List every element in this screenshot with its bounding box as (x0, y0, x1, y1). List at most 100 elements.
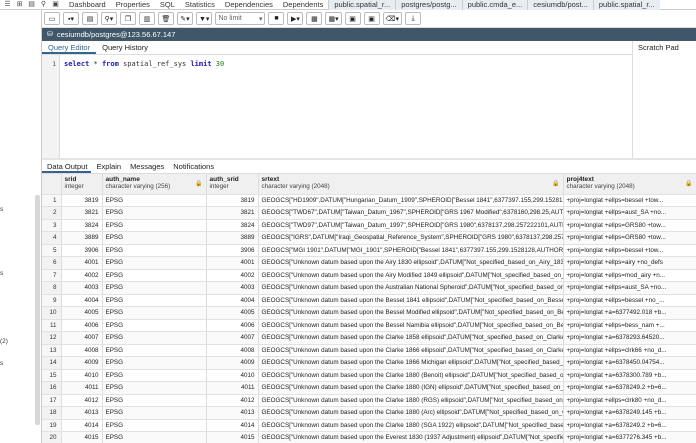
table-row[interactable]: 15 4010 EPSG 4010 GEOGCS["Unknown datum base… (42, 369, 696, 382)
tab-query-history[interactable]: Query History (96, 41, 154, 54)
cell-auth-srid[interactable]: 3819 (206, 194, 259, 207)
table-row[interactable]: 12 4007 EPSG 4007 GEOGCS["Unknown datum base… (42, 331, 696, 345)
cell-srtext[interactable]: GEOGCS["Unknown datum based upon the Cla… (258, 369, 564, 382)
cell-auth-srid[interactable]: 4005 (206, 306, 259, 320)
table-row[interactable]: 13 4008 EPSG 4008 GEOGCS["Unknown datum base… (42, 344, 696, 357)
search-icon[interactable]: ⚲▾ (101, 12, 117, 25)
tab-dashboard[interactable]: Dashboard (64, 0, 111, 10)
cell-auth-name[interactable]: EPSG (102, 394, 207, 407)
cell-srtext[interactable]: GEOGCS["TWD67",DATUM["Taiwan_Datum_1967"… (258, 206, 564, 220)
cell-auth-srid[interactable]: 4001 (206, 256, 259, 270)
cell-auth-name[interactable]: EPSG (102, 269, 207, 282)
cell-srtext[interactable]: GEOGCS["Unknown datum based upon the Aus… (258, 281, 564, 295)
cell-auth-name[interactable]: EPSG (102, 419, 207, 432)
cell-proj4text[interactable]: +proj=longlat +a=6378293.64520... (563, 331, 696, 345)
cell-proj4text[interactable]: +proj=longlat +ellps=clrk80 +no_d... (563, 394, 696, 407)
cell-proj4text[interactable]: +proj=longlat +ellps=mod_airy +n... (563, 269, 696, 282)
find-icon[interactable]: ▤ (82, 12, 98, 25)
cell-auth-srid[interactable]: 4009 (206, 356, 259, 370)
cell-auth-name[interactable]: EPSG (102, 344, 207, 357)
cell-auth-srid[interactable]: 4007 (206, 331, 259, 345)
tab-query-3[interactable]: public.cmda_e... (461, 0, 528, 10)
paste-icon[interactable]: ▥ (139, 12, 155, 25)
rollback-icon[interactable]: ▣ (363, 12, 380, 25)
cell-srtext[interactable]: GEOGCS["Unknown datum based upon the Cla… (258, 381, 564, 395)
sql-code[interactable]: select * from spatial_ref_sys limit 30 (64, 60, 224, 68)
cell-srtext[interactable]: GEOGCS["Unknown datum based upon the Cla… (258, 406, 564, 420)
search-icon[interactable]: ⚲ (39, 1, 48, 9)
row-number[interactable]: 1 (42, 194, 62, 207)
cell-srid[interactable]: 4001 (61, 256, 103, 270)
table-row[interactable]: 10 4005 EPSG 4005 GEOGCS["Unknown datum base… (42, 306, 696, 320)
cell-srtext[interactable]: GEOGCS["Unknown datum based upon the Bes… (258, 319, 564, 332)
cell-proj4text[interactable]: +proj=longlat +a=6378450.04754... (563, 356, 696, 370)
row-number[interactable]: 8 (42, 281, 62, 295)
row-number[interactable]: 14 (42, 356, 62, 370)
tab-dependencies[interactable]: Dependencies (220, 0, 278, 10)
cell-proj4text[interactable]: +proj=longlat +ellps=clrk66 +no_d... (563, 344, 696, 357)
column-header[interactable]: auth_name character varying (256) 🔒 (102, 174, 207, 195)
row-number[interactable]: 12 (42, 331, 62, 345)
cell-auth-srid[interactable]: 4008 (206, 344, 259, 357)
table-row[interactable]: 4 3889 EPSG 3889 GEOGCS["IGRS",DATUM["Iraqi_… (42, 231, 696, 245)
cell-srtext[interactable]: GEOGCS["Unknown datum based upon the Bes… (258, 294, 564, 307)
tree-item-fragment[interactable]: s (0, 360, 3, 367)
row-number[interactable]: 6 (42, 256, 62, 270)
cell-auth-name[interactable]: EPSG (102, 406, 207, 420)
sidebar-scrollbar[interactable] (35, 195, 40, 425)
row-limit-select[interactable]: No limit ▾ (215, 12, 266, 25)
table-row[interactable]: 11 4006 EPSG 4006 GEOGCS["Unknown datum base… (42, 319, 696, 332)
table-row[interactable]: 1 3819 EPSG 3819 GEOGCS["HD1909",DATUM["Hung… (42, 194, 696, 207)
cell-srid[interactable]: 3821 (61, 206, 103, 220)
cell-proj4text[interactable]: +proj=longlat +ellps=GRS80 +tow... (563, 219, 696, 232)
open-folder-icon[interactable]: ▭ (44, 12, 60, 25)
connection-label[interactable]: cesiumdb/postgres@123.56.67.147 (57, 28, 176, 41)
tab-messages[interactable]: Messages (125, 160, 168, 173)
cell-srtext[interactable]: GEOGCS["Unknown datum based upon the Eve… (258, 431, 564, 443)
tab-properties[interactable]: Properties (111, 0, 155, 10)
row-number[interactable]: 18 (42, 406, 62, 420)
cell-auth-srid[interactable]: 4004 (206, 294, 259, 307)
edit-icon[interactable]: ✎▾ (177, 12, 193, 25)
tab-query-1[interactable]: public.spatial_r... (328, 0, 396, 10)
row-number[interactable]: 20 (42, 431, 62, 443)
cell-srid[interactable]: 4008 (61, 344, 103, 357)
cell-srid[interactable]: 3824 (61, 219, 103, 232)
cell-auth-srid[interactable]: 4015 (206, 431, 259, 443)
explain-icon[interactable]: ▦ (306, 12, 323, 25)
cell-srtext[interactable]: GEOGCS["Unknown datum based upon the Air… (258, 269, 564, 282)
cell-auth-name[interactable]: EPSG (102, 219, 207, 232)
menu-icon[interactable]: ☰ (3, 1, 12, 9)
cell-auth-name[interactable]: EPSG (102, 431, 207, 443)
cell-auth-name[interactable]: EPSG (102, 231, 207, 245)
table-row[interactable]: 7 4002 EPSG 4002 GEOGCS["Unknown datum based… (42, 269, 696, 282)
cell-srtext[interactable]: GEOGCS["Unknown datum based upon the Cla… (258, 419, 564, 432)
table-row[interactable]: 14 4009 EPSG 4009 GEOGCS["Unknown datum base… (42, 356, 696, 370)
cell-srtext[interactable]: GEOGCS["IGRS",DATUM["Iraqi_Geospatial_Re… (258, 231, 564, 245)
cell-proj4text[interactable]: +proj=longlat +ellps=aust_SA +no... (563, 206, 696, 220)
table-row[interactable]: 5 3906 EPSG 3906 GEOGCS["MGI 1901",DATUM["MG… (42, 244, 696, 257)
cell-proj4text[interactable]: +proj=longlat +ellps=aust_SA +no... (563, 281, 696, 295)
cell-auth-name[interactable]: EPSG (102, 281, 207, 295)
table-row[interactable]: 17 4012 EPSG 4012 GEOGCS["Unknown datum base… (42, 394, 696, 407)
cell-srid[interactable]: 4006 (61, 319, 103, 332)
cell-proj4text[interactable]: +proj=longlat +a=6378249.2 +b=6... (563, 419, 696, 432)
tab-dependents[interactable]: Dependents (278, 0, 328, 10)
cell-auth-name[interactable]: EPSG (102, 356, 207, 370)
row-number[interactable]: 4 (42, 231, 62, 245)
tree-item-fragment[interactable]: s (0, 270, 3, 277)
cell-srid[interactable]: 4015 (61, 431, 103, 443)
cell-auth-srid[interactable]: 4012 (206, 394, 259, 407)
cell-auth-name[interactable]: EPSG (102, 206, 207, 220)
tab-data-output[interactable]: Data Output (42, 160, 92, 173)
cell-srid[interactable]: 4011 (61, 381, 103, 395)
row-number[interactable]: 11 (42, 319, 62, 332)
cell-srtext[interactable]: GEOGCS["Unknown datum based upon the Cla… (258, 344, 564, 357)
cell-srid[interactable]: 3819 (61, 194, 103, 207)
table-row[interactable]: 6 4001 EPSG 4001 GEOGCS["Unknown datum based… (42, 256, 696, 270)
cell-srid[interactable]: 4010 (61, 369, 103, 382)
cell-auth-srid[interactable]: 4003 (206, 281, 259, 295)
row-number[interactable]: 9 (42, 294, 62, 307)
row-number[interactable]: 13 (42, 344, 62, 357)
cell-srtext[interactable]: GEOGCS["Unknown datum based upon the Cla… (258, 394, 564, 407)
